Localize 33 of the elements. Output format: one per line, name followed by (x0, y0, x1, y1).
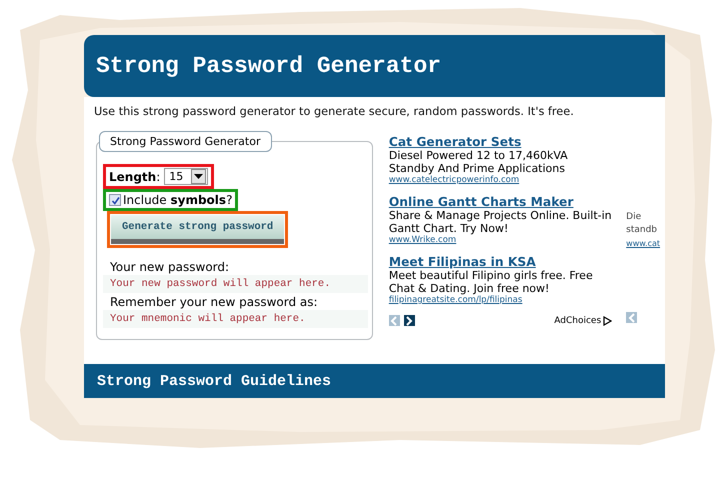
output-label: Your new password: (110, 260, 230, 274)
symbols-checkbox[interactable] (109, 194, 121, 206)
chevron-left-icon (628, 312, 636, 322)
ad-text: Share & Manage Projects Online. Built-in Gantt Chart. Try Now! (388, 209, 613, 235)
ad-text: Die (626, 211, 642, 224)
dropdown-arrow-icon (194, 174, 204, 179)
chevron-left-icon (390, 316, 398, 326)
checkmark-icon (110, 196, 120, 204)
generate-button[interactable]: Generate strong password (111, 215, 284, 244)
output-value: Your mnemonic will appear here. (103, 310, 368, 328)
next-ad-button[interactable] (404, 315, 415, 326)
ad-text: Diesel Powered 12 to 17,460kVA Standby And Prime Applications (388, 149, 569, 175)
panel-legend: Strong Password Generator (99, 131, 272, 152)
ad-text: Meet beautiful Filipino girls free. Free Chat & Dating. Join free now! (388, 269, 594, 295)
ad-title-link[interactable]: Cat Generator Sets (388, 135, 522, 149)
length-dropdown[interactable]: 15 (164, 168, 208, 185)
length-label: Length: (109, 170, 160, 184)
play-triangle-icon (603, 316, 612, 326)
ad-title-link[interactable]: Online Gantt Charts Maker (388, 195, 574, 209)
chevron-right-icon (405, 316, 414, 326)
page-title: Strong Password Generator (96, 53, 442, 79)
ad-url-link[interactable]: www.catelectricpowerinfo.com (388, 175, 520, 185)
output-label: Remember your new password as: (110, 295, 318, 309)
output-value: Your new password will appear here. (103, 275, 368, 293)
intro-text: Use this strong password generator to generate secure, random passwords. It's free. (84, 97, 665, 131)
section-title: Strong Password Guidelines (97, 372, 332, 390)
adchoices-link[interactable]: AdChoices (554, 316, 612, 326)
ad-title-link[interactable]: Meet Filipinas in KSA (388, 255, 536, 269)
ad-url-link[interactable]: filipinagreatsite.com/lp/filipinas (388, 295, 522, 305)
ad-url-link[interactable]: www.cat (626, 237, 660, 250)
symbols-label: Include symbols? (123, 193, 232, 207)
ad-url-link[interactable]: www.Wrike.com (388, 235, 456, 245)
ad-text: standb (626, 224, 658, 237)
